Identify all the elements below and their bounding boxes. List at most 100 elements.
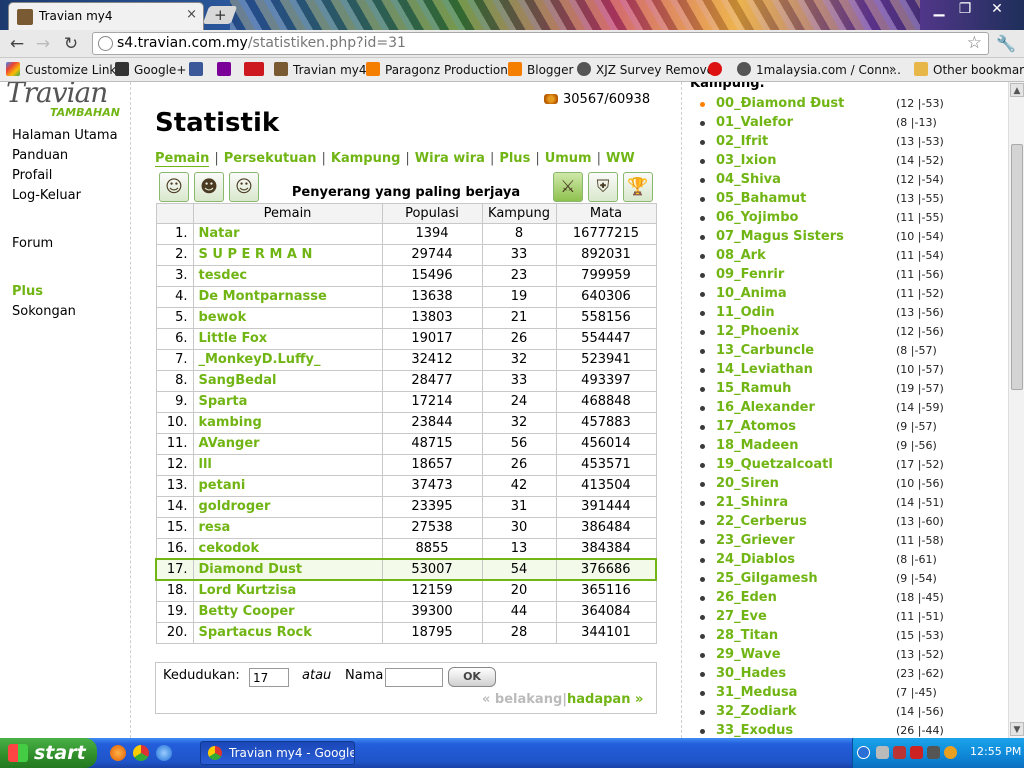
bookmark-facebook[interactable] — [189, 62, 208, 77]
village-item[interactable]: 31_Medusa (7 |-45) — [698, 685, 958, 704]
player-link[interactable]: kambing — [199, 415, 262, 430]
menu-halaman-utama[interactable]: Halaman Utama — [12, 128, 118, 143]
player-link[interactable]: Lord Kurtzisa — [199, 583, 297, 598]
player-link[interactable]: goldroger — [199, 499, 271, 514]
village-item[interactable]: 28_Titan (15 |-53) — [698, 628, 958, 647]
village-item[interactable]: 07_Magus Sisters (10 |-54) — [698, 229, 958, 248]
bookmark-other-bookmarks[interactable]: Other bookmarks — [914, 62, 1024, 77]
nav-wira-wira[interactable]: Wira wira — [415, 151, 485, 166]
village-item[interactable]: 20_Siren (10 |-56) — [698, 476, 958, 495]
village-item[interactable]: 04_Shiva (12 |-54) — [698, 172, 958, 191]
menu-panduan[interactable]: Panduan — [12, 148, 68, 163]
village-item[interactable]: 22_Cerberus (13 |-60) — [698, 514, 958, 533]
start-button[interactable]: start — [0, 738, 97, 768]
minimize-icon[interactable]: ▁ — [926, 0, 952, 18]
player-link[interactable]: AVanger — [199, 436, 260, 451]
village-name[interactable]: 10_Anima — [716, 286, 787, 301]
menu-log-keluar[interactable]: Log-Keluar — [12, 188, 81, 203]
village-item[interactable]: 30_Hades (23 |-62) — [698, 666, 958, 685]
close-window-icon[interactable]: ✕ — [984, 0, 1010, 18]
village-item[interactable]: 25_Gilgamesh (9 |-54) — [698, 571, 958, 590]
village-name[interactable]: 18_Madeen — [716, 438, 799, 453]
village-item[interactable]: 21_Shinra (14 |-51) — [698, 495, 958, 514]
player-link[interactable]: De Montparnasse — [199, 289, 327, 304]
village-name[interactable]: 09_Fenrir — [716, 267, 784, 282]
village-name[interactable]: 02_Ifrit — [716, 134, 768, 149]
player-link[interactable]: Sparta — [199, 394, 248, 409]
player-link[interactable]: petani — [199, 478, 246, 493]
address-bar[interactable]: s4.travian.com.my/statistiken.php?id=31 … — [92, 32, 989, 55]
village-item[interactable]: 14_Leviathan (10 |-57) — [698, 362, 958, 381]
player-link[interactable]: _MonkeyD.Luffy_ — [199, 352, 321, 367]
village-name[interactable]: 16_Alexander — [716, 400, 815, 415]
taskbar-app-chrome[interactable]: Travian my4 - Google... — [200, 741, 355, 765]
bookmark-customize-links[interactable]: Customize Links — [6, 62, 123, 77]
bookmark-travian-my4[interactable]: Travian my4 — [274, 62, 367, 77]
village-name[interactable]: 00_Ðiamond Ðust — [716, 96, 844, 111]
village-name[interactable]: 07_Magus Sisters — [716, 229, 844, 244]
bookmark-youtube[interactable] — [244, 62, 269, 77]
village-name[interactable]: 17_Atomos — [716, 419, 796, 434]
village-item[interactable]: 23_Griever (11 |-58) — [698, 533, 958, 552]
village-item[interactable]: 13_Carbuncle (8 |-57) — [698, 343, 958, 362]
menu-sokongan[interactable]: Sokongan — [12, 304, 76, 319]
village-name[interactable]: 20_Siren — [716, 476, 779, 491]
menu-plus[interactable]: Plus — [12, 284, 43, 299]
village-name[interactable]: 26_Eden — [716, 590, 777, 605]
chrome-icon[interactable] — [133, 745, 149, 761]
nav-ww[interactable]: WW — [606, 151, 635, 166]
back-arrow-icon[interactable]: ← — [6, 34, 28, 54]
village-name[interactable]: 24_Diablos — [716, 552, 795, 567]
nav-umum[interactable]: Umum — [545, 151, 592, 166]
player-link[interactable]: Betty Cooper — [199, 604, 295, 619]
bookmark-xjz-survey-remover[interactable]: XJZ Survey Remover — [577, 62, 719, 77]
village-item[interactable]: 05_Bahamut (13 |-55) — [698, 191, 958, 210]
wrench-icon[interactable]: 🔧 — [996, 34, 1016, 53]
bookmark-yahoo[interactable] — [217, 62, 236, 77]
village-item[interactable]: 33_Exodus (26 |-44) — [698, 723, 958, 738]
village-item[interactable]: 24_Diablos (8 |-61) — [698, 552, 958, 571]
village-name[interactable]: 29_Wave — [716, 647, 781, 662]
tray-expand-icon[interactable] — [857, 746, 870, 759]
village-name[interactable]: 30_Hades — [716, 666, 786, 681]
village-item[interactable]: 17_Atomos (9 |-57) — [698, 419, 958, 438]
player-link[interactable]: Natar — [199, 226, 240, 241]
player-link[interactable]: Spartacus Rock — [199, 625, 312, 640]
bookmark-blogger[interactable]: Blogger — [508, 62, 573, 77]
prev-page-link[interactable]: « belakang — [482, 692, 562, 707]
close-tab-icon[interactable]: × — [186, 7, 197, 22]
village-name[interactable]: 19_Quetzalcoatl — [716, 457, 833, 472]
village-item[interactable]: 10_Anima (11 |-52) — [698, 286, 958, 305]
player-link[interactable]: Diamond Dust — [199, 562, 303, 577]
player-link[interactable]: Little Fox — [199, 331, 268, 346]
village-item[interactable]: 12_Phoenix (12 |-56) — [698, 324, 958, 343]
village-item[interactable]: 29_Wave (13 |-52) — [698, 647, 958, 666]
bookmark-1malaysia[interactable]: 1malaysia.com / Conn... — [737, 62, 901, 77]
bookmarks-overflow-chevron[interactable]: » — [889, 62, 896, 76]
village-name[interactable]: 28_Titan — [716, 628, 778, 643]
menu-profail[interactable]: Profail — [12, 168, 52, 183]
village-name[interactable]: 05_Bahamut — [716, 191, 806, 206]
village-name[interactable]: 32_Zodiark — [716, 704, 797, 719]
village-name[interactable]: 25_Gilgamesh — [716, 571, 818, 586]
village-name[interactable]: 12_Phoenix — [716, 324, 799, 339]
player-link[interactable]: bewok — [199, 310, 247, 325]
village-item[interactable]: 26_Eden (18 |-45) — [698, 590, 958, 609]
player-link[interactable]: cekodok — [199, 541, 260, 556]
reload-icon[interactable]: ↻ — [60, 34, 82, 54]
nav-persekutuan[interactable]: Persekutuan — [224, 151, 317, 166]
village-name[interactable]: 14_Leviathan — [716, 362, 813, 377]
village-item[interactable]: 16_Alexander (14 |-59) — [698, 400, 958, 419]
scroll-up-icon[interactable]: ▲ — [1010, 83, 1024, 97]
ok-button[interactable]: OK — [448, 667, 496, 687]
village-item[interactable]: 15_Ramuh (19 |-57) — [698, 381, 958, 400]
tray-network-icon[interactable] — [927, 746, 940, 759]
village-item[interactable]: 27_Eve (11 |-51) — [698, 609, 958, 628]
restore-icon[interactable]: ❐ — [952, 0, 978, 18]
village-name[interactable]: 11_Odin — [716, 305, 775, 320]
nav-pemain[interactable]: Pemain — [155, 151, 210, 167]
rank-input[interactable] — [249, 668, 289, 687]
village-name[interactable]: 15_Ramuh — [716, 381, 791, 396]
tray-tools-icon[interactable] — [876, 746, 889, 759]
village-name[interactable]: 08_Ark — [716, 248, 766, 263]
